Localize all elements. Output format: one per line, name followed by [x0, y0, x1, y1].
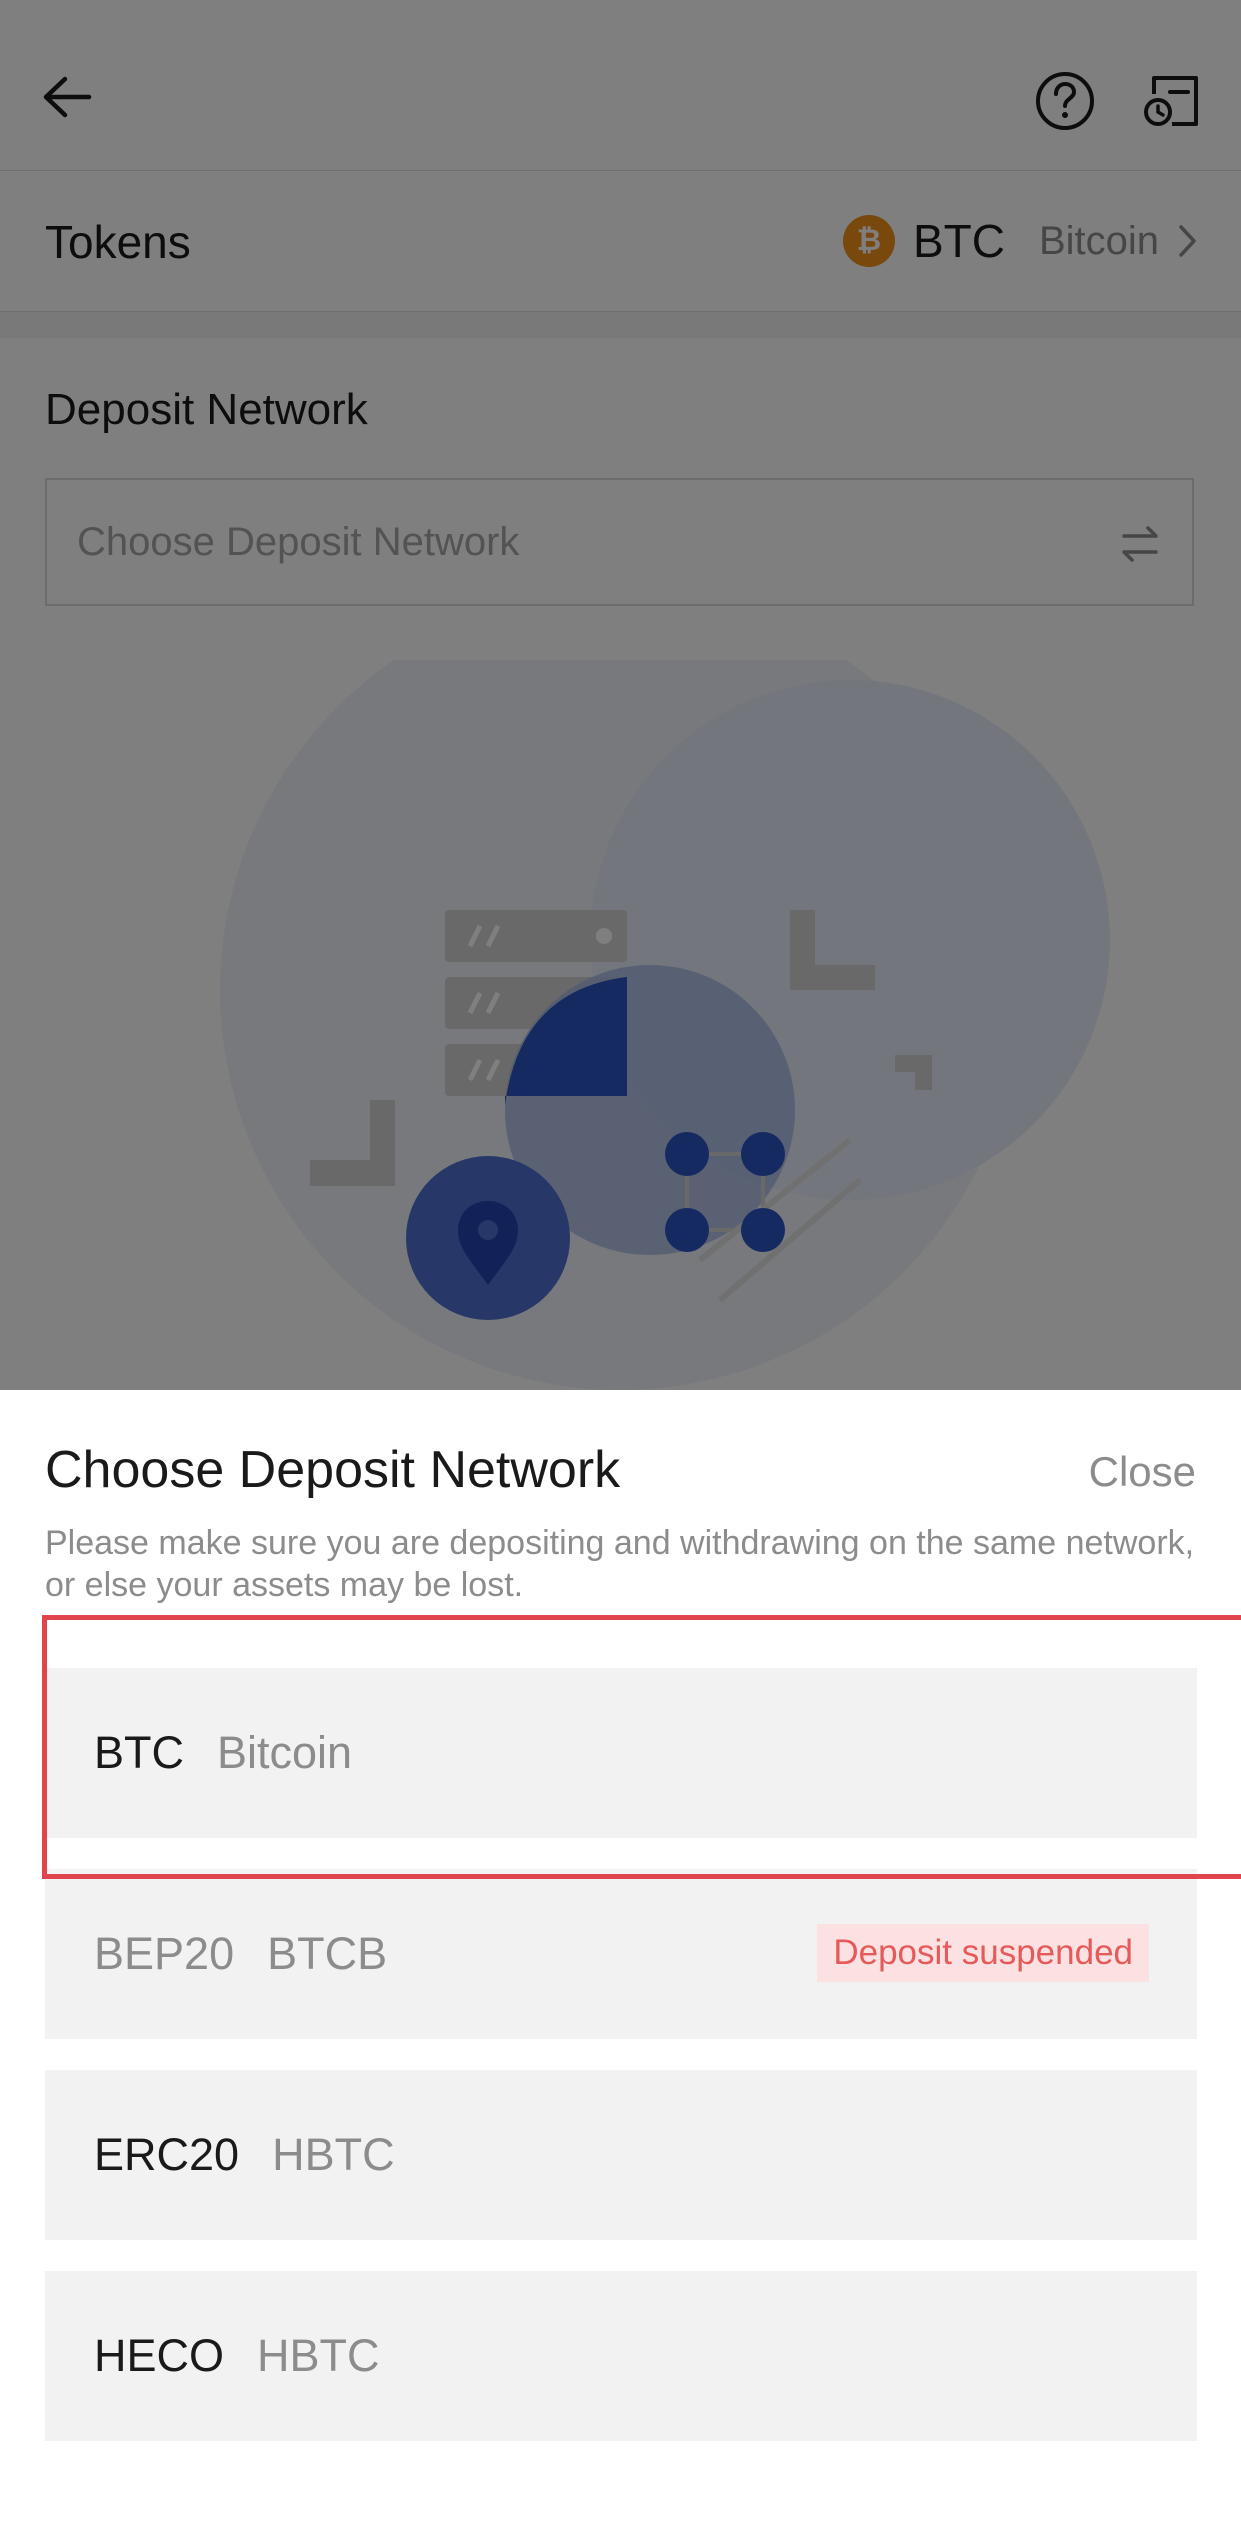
- close-button[interactable]: Close: [1089, 1448, 1196, 1496]
- network-token: HBTC: [257, 2330, 380, 2381]
- network-option-heco[interactable]: HECO HBTC: [45, 2271, 1197, 2441]
- network-warning-text: Please make sure you are depositing and …: [45, 1524, 1195, 1604]
- network-name: BEP20: [94, 1928, 235, 1979]
- network-token: BTCB: [267, 1928, 388, 1979]
- network-name: BTC: [94, 1727, 184, 1778]
- network-bottom-sheet: Choose Deposit Network Close Please make…: [0, 1390, 1241, 2533]
- network-token: HBTC: [272, 2129, 395, 2180]
- sheet-title: Choose Deposit Network: [45, 1441, 621, 1499]
- network-name: ERC20: [94, 2129, 240, 2180]
- network-option-btc[interactable]: BTC Bitcoin: [45, 1668, 1197, 1838]
- network-name: HECO: [94, 2330, 225, 2381]
- network-option-erc20[interactable]: ERC20 HBTC: [45, 2070, 1197, 2240]
- network-token: Bitcoin: [217, 1727, 353, 1778]
- modal-overlay[interactable]: [0, 0, 1241, 1390]
- network-option-bep20[interactable]: BEP20 BTCB Deposit suspended: [45, 1869, 1197, 2039]
- deposit-suspended-badge: Deposit suspended: [817, 1924, 1149, 1982]
